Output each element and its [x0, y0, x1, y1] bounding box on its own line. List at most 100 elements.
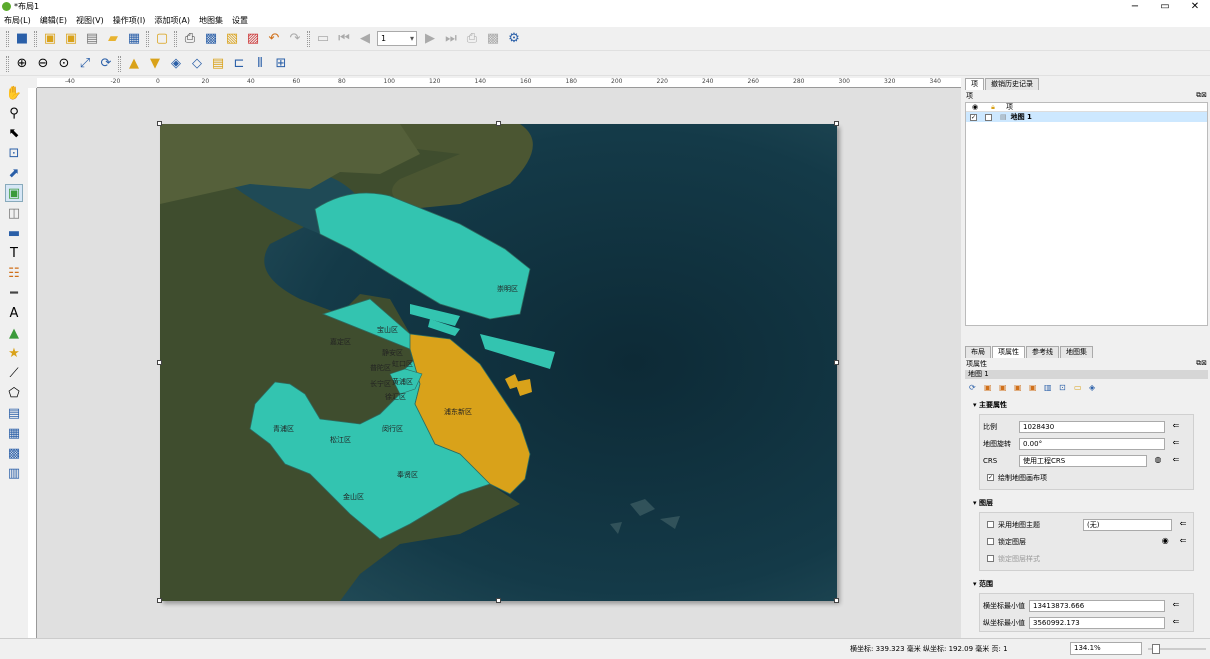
- labeling-settings-icon[interactable]: ▭: [1074, 383, 1084, 392]
- add-fixed-table-icon[interactable]: ▩: [5, 444, 23, 462]
- crs-select[interactable]: 使用工程CRS: [1019, 454, 1147, 467]
- dock-float-icon[interactable]: ⧉⊠: [1196, 91, 1207, 101]
- move-content-icon[interactable]: ⊡: [5, 144, 23, 162]
- lock-styles-checkbox[interactable]: [987, 555, 994, 562]
- open-folder-icon[interactable]: ▰: [104, 30, 122, 48]
- toolbar-grip[interactable]: [174, 30, 177, 47]
- set-to-canvas-extent-icon[interactable]: ▣: [984, 383, 994, 392]
- add-3d-map-icon[interactable]: ◫: [5, 204, 23, 222]
- first-feature-icon[interactable]: ⏮: [335, 30, 353, 48]
- draw-items-checkbox[interactable]: ✓: [987, 474, 994, 481]
- toolbar-grip[interactable]: [146, 30, 149, 47]
- resize-handle-top-left[interactable]: [157, 121, 162, 126]
- menu-settings[interactable]: 设置: [232, 15, 248, 26]
- menu-add-item[interactable]: 添加项(A): [154, 15, 190, 26]
- zoom-out-icon[interactable]: ⊖: [34, 55, 52, 73]
- layout-page[interactable]: 崇明区 宝山区 嘉定区 静安区 普陀区 虹口区 长宁区 黄浦区 徐汇区 浦东新区…: [157, 121, 839, 603]
- menu-edit[interactable]: 编辑(E): [40, 15, 67, 26]
- menu-atlas[interactable]: 地图集: [199, 15, 223, 26]
- save-template-icon[interactable]: ▦: [125, 30, 143, 48]
- lower-items-icon[interactable]: ▼: [146, 55, 164, 73]
- toolbar-grip[interactable]: [6, 55, 9, 72]
- scale-input[interactable]: 1028430: [1019, 420, 1165, 433]
- theme-select[interactable]: (无): [1083, 518, 1173, 531]
- xmin-input[interactable]: 13413873.666: [1029, 599, 1165, 612]
- items-list[interactable]: ◉ 🔒︎ 项 ✓ ▤ 地图 1: [965, 102, 1208, 326]
- add-polyline-icon[interactable]: ⟋: [5, 364, 23, 382]
- main-properties-section[interactable]: ▾ 主要属性: [973, 396, 1196, 414]
- menu-items[interactable]: 操作项(I): [113, 15, 146, 26]
- tab-guides[interactable]: 参考线: [1026, 346, 1059, 358]
- zoom-slider[interactable]: [1148, 644, 1206, 654]
- ungroup-items-icon[interactable]: ◇: [188, 55, 206, 73]
- toolbar-grip[interactable]: [307, 30, 310, 47]
- ymin-input[interactable]: 3560992.173: [1029, 616, 1165, 629]
- add-scalebar-icon[interactable]: ━: [5, 284, 23, 302]
- resize-handle-top[interactable]: [496, 121, 501, 126]
- resize-handle-bottom-right[interactable]: [834, 598, 839, 603]
- pan-icon[interactable]: ✋: [5, 84, 23, 102]
- new-layout-icon[interactable]: ▣: [41, 30, 59, 48]
- set-layer-list-icon[interactable]: ◉: [1158, 536, 1172, 548]
- toolbar-grip[interactable]: [34, 30, 37, 47]
- visibility-checkbox[interactable]: ✓: [970, 113, 977, 121]
- data-defined-override-icon[interactable]: ⇐: [1169, 617, 1183, 629]
- select-icon[interactable]: ⬉: [5, 124, 23, 142]
- align-left-icon[interactable]: ⊏: [230, 55, 248, 73]
- export-atlas-icon[interactable]: ▩: [484, 30, 502, 48]
- minimize-button[interactable]: −: [1120, 0, 1150, 13]
- atlas-page-input[interactable]: 1: [377, 31, 417, 46]
- resize-handle-bottom-left[interactable]: [157, 598, 162, 603]
- data-defined-override-icon[interactable]: ⇐: [1169, 421, 1183, 433]
- add-legend-icon[interactable]: ☷: [5, 264, 23, 282]
- add-elevation-profile-icon[interactable]: ▥: [5, 464, 23, 482]
- menu-view[interactable]: 视图(V): [76, 15, 104, 26]
- zoom-slider-handle[interactable]: [1152, 644, 1160, 654]
- redo-icon[interactable]: ↷: [286, 30, 304, 48]
- resize-handle-top-right[interactable]: [834, 121, 839, 126]
- set-scale-icon[interactable]: ▣: [1014, 383, 1024, 392]
- crs-picker-icon[interactable]: ◍: [1151, 455, 1165, 467]
- last-feature-icon[interactable]: ⏭: [442, 30, 460, 48]
- raise-items-icon[interactable]: ▲: [125, 55, 143, 73]
- undo-icon[interactable]: ↶: [265, 30, 283, 48]
- data-defined-override-icon[interactable]: ⇐: [1169, 455, 1183, 467]
- zoom-level-select[interactable]: 134.1%: [1070, 642, 1142, 655]
- toolbar-grip[interactable]: [6, 30, 9, 47]
- next-feature-icon[interactable]: ▶: [421, 30, 439, 48]
- layout-canvas[interactable]: 崇明区 宝山区 嘉定区 静安区 普陀区 虹口区 长宁区 黄浦区 徐汇区 浦东新区…: [37, 88, 961, 638]
- clipping-settings-icon[interactable]: ◈: [1089, 383, 1099, 392]
- tab-atlas[interactable]: 地图集: [1060, 346, 1093, 358]
- bookmarks-icon[interactable]: ▥: [1044, 383, 1054, 392]
- add-shape-icon[interactable]: ▲: [5, 324, 23, 342]
- data-defined-override-icon[interactable]: ⇐: [1169, 438, 1183, 450]
- tab-layout[interactable]: 布局: [965, 346, 991, 358]
- tab-item-properties[interactable]: 项属性: [992, 346, 1025, 358]
- lock-checkbox[interactable]: [985, 113, 992, 121]
- export-pdf-icon[interactable]: ▨: [244, 30, 262, 48]
- move-content-icon[interactable]: ⊡: [1059, 383, 1069, 392]
- list-item[interactable]: ✓ ▤ 地图 1: [966, 112, 1207, 122]
- extent-section[interactable]: ▾ 范围: [973, 575, 1196, 593]
- menu-layout[interactable]: 布局(L): [4, 15, 31, 26]
- print-atlas-icon[interactable]: ⎙: [463, 30, 481, 48]
- view-extent-icon[interactable]: ▣: [999, 383, 1009, 392]
- add-attribute-table-icon[interactable]: ▦: [5, 424, 23, 442]
- view-scale-icon[interactable]: ▣: [1029, 383, 1039, 392]
- data-defined-override-icon[interactable]: ⇐: [1176, 536, 1190, 548]
- distribute-icon[interactable]: ⫴: [251, 55, 269, 73]
- print-icon[interactable]: ⎙: [181, 30, 199, 48]
- refresh-preview-icon[interactable]: ⟳: [969, 383, 979, 392]
- add-label-icon[interactable]: T: [5, 244, 23, 262]
- atlas-preview-icon[interactable]: ▭: [314, 30, 332, 48]
- export-svg-icon[interactable]: ▧: [223, 30, 241, 48]
- resize-handle-bottom[interactable]: [496, 598, 501, 603]
- tab-undo-history[interactable]: 撤销历史记录: [985, 78, 1039, 90]
- add-html-icon[interactable]: ▤: [5, 404, 23, 422]
- export-image-icon[interactable]: ▩: [202, 30, 220, 48]
- dock-float-icon[interactable]: ⧉⊠: [1196, 359, 1207, 369]
- resize-icon[interactable]: ⊞: [272, 55, 290, 73]
- zoom-full-icon[interactable]: ⤢: [76, 55, 94, 73]
- save-icon[interactable]: ■: [13, 30, 31, 48]
- zoom-tool-icon[interactable]: ⚲: [5, 104, 23, 122]
